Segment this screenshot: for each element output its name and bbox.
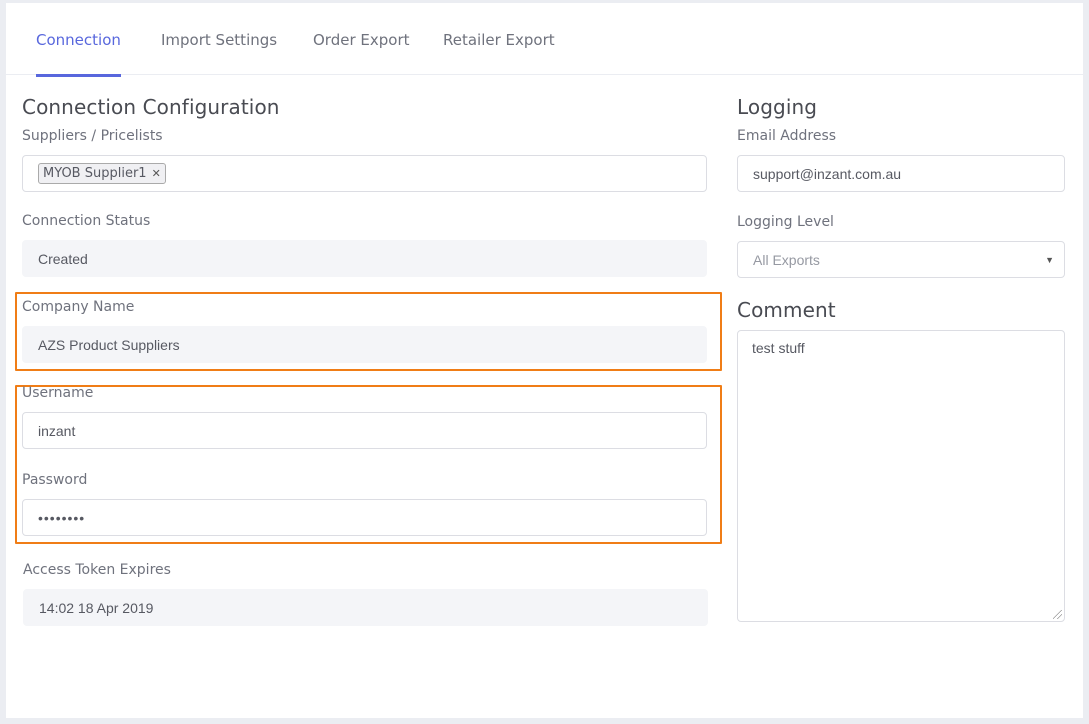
tab-import-settings[interactable]: Import Settings — [161, 31, 277, 75]
resize-handle-icon[interactable] — [1053, 610, 1062, 619]
logging-title: Logging — [737, 95, 818, 119]
settings-card: Connection Import Settings Order Export … — [6, 3, 1083, 718]
comment-textarea[interactable]: test stuff — [737, 330, 1065, 622]
connection-configuration-title: Connection Configuration — [22, 95, 280, 119]
access-token-label: Access Token Expires — [23, 562, 171, 578]
tab-connection[interactable]: Connection — [36, 31, 121, 77]
supplier-tag-label: MYOB Supplier1 — [43, 166, 147, 181]
connection-status-label: Connection Status — [22, 213, 151, 229]
username-input[interactable]: inzant — [22, 412, 707, 449]
logging-level-select[interactable]: All Exports ▼ — [737, 241, 1065, 278]
suppliers-multiselect[interactable]: MYOB Supplier1 ✕ — [22, 155, 707, 192]
company-name-label: Company Name — [22, 299, 135, 315]
suppliers-label: Suppliers / Pricelists — [22, 128, 163, 144]
comment-text: test stuff — [752, 340, 805, 356]
tab-order-export[interactable]: Order Export — [313, 31, 410, 75]
chevron-down-icon: ▼ — [1045, 255, 1054, 265]
logging-level-label: Logging Level — [737, 214, 834, 230]
supplier-tag: MYOB Supplier1 ✕ — [38, 163, 166, 184]
tab-bar: Connection Import Settings Order Export … — [6, 3, 1083, 77]
logging-level-value: All Exports — [753, 251, 820, 268]
access-token-field: 14:02 18 Apr 2019 — [23, 589, 708, 626]
username-label: Username — [22, 385, 94, 401]
company-name-field: AZS Product Suppliers — [22, 326, 707, 363]
comment-title: Comment — [737, 298, 836, 322]
email-address-label: Email Address — [737, 128, 837, 144]
tab-retailer-export[interactable]: Retailer Export — [443, 31, 555, 75]
password-input[interactable]: •••••••• — [22, 499, 707, 536]
remove-tag-icon[interactable]: ✕ — [152, 167, 161, 180]
email-address-input[interactable]: support@inzant.com.au — [737, 155, 1065, 192]
connection-status-field: Created — [22, 240, 707, 277]
password-label: Password — [22, 472, 88, 488]
